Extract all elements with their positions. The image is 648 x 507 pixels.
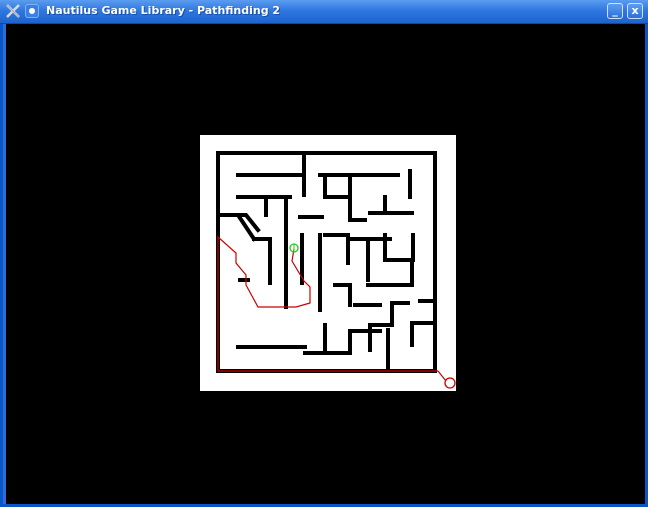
app-window: Nautilus Game Library - Pathfinding 2 _ … [0, 0, 648, 507]
maze-graphic [216, 151, 456, 389]
maze-walls [216, 151, 437, 373]
close-button[interactable]: x [627, 3, 643, 19]
window-menu-button[interactable] [25, 4, 39, 18]
title-bar[interactable]: Nautilus Game Library - Pathfinding 2 _ … [0, 0, 648, 24]
minimize-button[interactable]: _ [607, 3, 623, 19]
game-canvas[interactable] [6, 24, 645, 504]
app-icon[interactable] [5, 3, 21, 19]
maze-board [200, 135, 456, 391]
goal-marker [444, 377, 456, 389]
window-title: Nautilus Game Library - Pathfinding 2 [46, 4, 281, 17]
